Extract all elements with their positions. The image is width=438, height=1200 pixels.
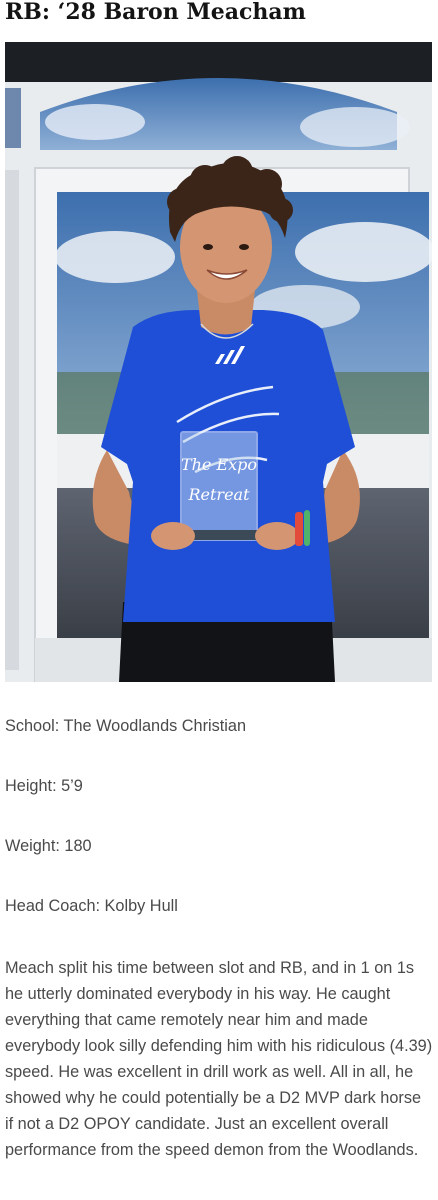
article-title: RB: ‘28 Baron Meacham	[5, 0, 306, 25]
trophy-text-1: The Expo	[181, 455, 257, 474]
head-coach-line: Head Coach: Kolby Hull	[5, 897, 178, 915]
trophy-text-2: Retreat	[187, 485, 250, 504]
player-photo: The Expo Retreat	[5, 42, 432, 682]
school-line: School: The Woodlands Christian	[5, 717, 247, 735]
weight-line: Weight: 180	[5, 837, 92, 855]
player-description: Meach split his time between slot and RB…	[5, 959, 433, 1159]
height-line: Height: 5’9	[5, 777, 83, 795]
article-page: RB: ‘28 Baron Meacham The Expo Retreat S…	[0, 0, 438, 1200]
